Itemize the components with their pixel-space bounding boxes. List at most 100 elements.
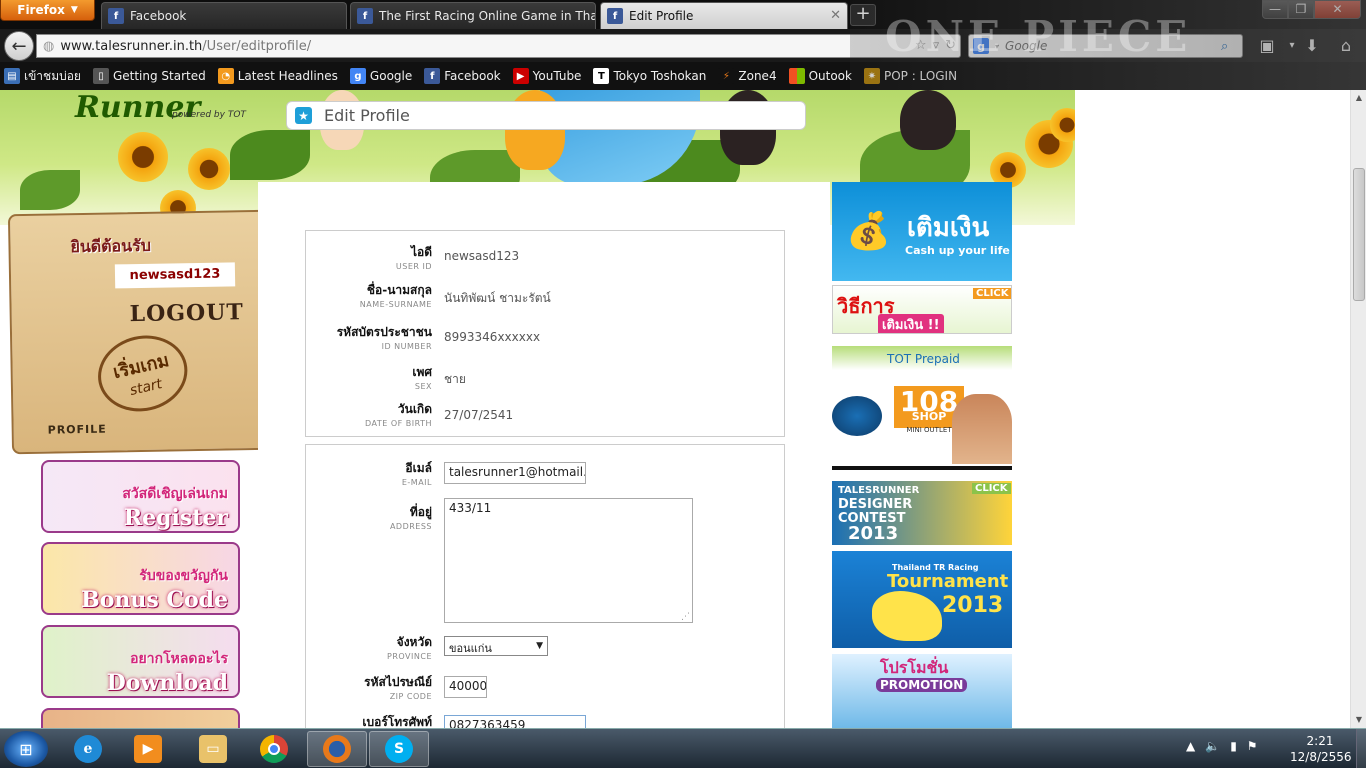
field-label-en: NAME-SURNAME xyxy=(359,300,432,309)
mascot-icon xyxy=(872,591,942,641)
taskbar-skype[interactable]: S xyxy=(369,731,429,767)
new-tab-button[interactable]: + xyxy=(850,4,876,26)
address-textarea[interactable]: 433/11 ⋰ xyxy=(444,498,693,623)
flag-icon[interactable]: ⚑ xyxy=(1247,739,1258,753)
taskbar-internet-explorer[interactable]: e xyxy=(60,731,116,767)
field-label: เพศ SEX xyxy=(412,363,432,391)
account-info-section: ไอดี USER ID newsasd123 ชื่อ-นามสกุล NAM… xyxy=(305,230,785,437)
field-value: 8993346xxxxxx xyxy=(444,330,541,344)
close-window-button[interactable]: ✕ xyxy=(1314,0,1361,19)
bookmark-pop-login[interactable]: ✷ POP : LOGIN xyxy=(863,68,958,84)
ad-subtitle: Cash up your life xyxy=(905,244,1010,257)
ad-subtitle: เติมเงิน !! xyxy=(878,314,944,333)
home-icon[interactable]: ⌂ xyxy=(1334,35,1358,57)
field-label-en: ADDRESS xyxy=(389,522,432,531)
taskbar-firefox[interactable] xyxy=(307,731,367,767)
download-icon[interactable]: ⬇ xyxy=(1300,35,1324,57)
show-hidden-icons-icon[interactable]: ▲ xyxy=(1186,739,1195,753)
click-badge: CLICK xyxy=(973,288,1011,299)
bookmark-tokyo-toshokan[interactable]: T Tokyo Toshokan xyxy=(593,68,706,84)
taskbar-media-player[interactable]: ▶ xyxy=(120,731,176,767)
topup-howto-ad[interactable]: วิธีการ เติมเงิน !! CLICK xyxy=(832,285,1012,334)
page-scrollbar[interactable]: ▲ ▼ xyxy=(1350,90,1366,728)
ad-title: TALESRUNNER xyxy=(838,485,920,496)
chevron-down-icon: ▼ xyxy=(70,5,78,15)
logout-button[interactable]: LOGOUT xyxy=(121,292,252,334)
promo-line1: อยากโหลดอะไร xyxy=(130,651,228,667)
field-label: อีเมล์ E-MAIL xyxy=(402,459,432,487)
field-label-th: ไอดี xyxy=(410,245,432,259)
designer-contest-ad[interactable]: TALESRUNNER DESIGNER CONTEST 2013 CLICK xyxy=(832,481,1012,545)
register-banner[interactable]: สวัสดีเชิญเล่นเกม Register xyxy=(41,460,240,533)
start-button[interactable]: ⊞ xyxy=(4,731,48,767)
chevron-down-icon: ▼ xyxy=(536,641,543,651)
close-tab-icon[interactable]: ✕ xyxy=(830,8,841,23)
field-label-en: ZIP CODE xyxy=(389,692,432,701)
url-bar[interactable]: ◍ www.talesrunner.in.th/User/editprofile… xyxy=(36,34,961,58)
promo-banner-partial[interactable] xyxy=(41,708,240,728)
search-icon[interactable]: ⌕ xyxy=(1221,39,1228,54)
rss-icon: ◔ xyxy=(217,68,234,84)
email-input[interactable]: talesrunner1@hotmail.c xyxy=(444,462,586,484)
ad-title: เติมเงิน xyxy=(907,213,990,243)
bookmark-zone4[interactable]: ⚡ Zone4 xyxy=(718,68,777,84)
scroll-thumb[interactable] xyxy=(1353,168,1365,301)
promotion-ad[interactable]: โปรโมชั่น PROMOTION xyxy=(832,654,1012,728)
download-banner[interactable]: อยากโหลดอะไร Download xyxy=(41,625,240,698)
field-label: รหัสบัตรประชาชน ID NUMBER xyxy=(337,323,432,351)
folder-icon: ▭ xyxy=(199,735,227,763)
bookmark-getting-started[interactable]: ▯ Getting Started xyxy=(92,68,206,84)
bonus-code-banner[interactable]: รับของขวัญกัน Bonus Code xyxy=(41,542,240,615)
maximize-button[interactable]: ❐ xyxy=(1288,0,1314,19)
field-label-en: USER ID xyxy=(395,262,432,271)
field-label: รหัสไปรษณีย์ ZIP CODE xyxy=(364,673,432,701)
ad-year: 2013 xyxy=(942,593,1004,618)
bookmarks-menu-icon[interactable]: ▣ xyxy=(1255,35,1279,57)
taskbar-explorer[interactable]: ▭ xyxy=(185,731,241,767)
ad-title: Tournament xyxy=(887,571,1009,592)
field-label-en: E-MAIL xyxy=(401,478,432,487)
scroll-down-icon[interactable]: ▼ xyxy=(1351,712,1366,728)
bookmark-latest-headlines[interactable]: ◔ Latest Headlines xyxy=(217,68,338,84)
bookmark-outook[interactable]: Outook xyxy=(788,68,852,84)
gear-icon: ✷ xyxy=(863,68,880,84)
start-game-button[interactable]: เริ่มเกม start xyxy=(90,326,196,421)
field-label-th: อีเมล์ xyxy=(405,461,432,475)
tab-edit-profile[interactable]: f Edit Profile ✕ xyxy=(600,2,848,29)
field-label-th: เพศ xyxy=(412,365,432,379)
system-clock[interactable]: 2:21 12/8/2556 xyxy=(1290,733,1352,765)
zip-input[interactable]: 40000 xyxy=(444,676,487,698)
tab-racing-game[interactable]: f The First Racing Online Game in Thail.… xyxy=(350,2,596,29)
province-select[interactable]: ขอนแก่น ▼ xyxy=(444,636,548,656)
bookmark-label: Outook xyxy=(808,69,852,83)
tab-facebook[interactable]: f Facebook xyxy=(101,2,347,29)
108-shop-ad[interactable]: 108 SHOP MINI OUTLET xyxy=(832,386,1012,470)
resize-handle-icon[interactable]: ⋰ xyxy=(681,612,690,622)
network-signal-icon[interactable]: ▮ xyxy=(1230,739,1237,753)
page-icon: ▯ xyxy=(92,68,109,84)
back-button[interactable]: ← xyxy=(4,31,34,61)
show-desktop-button[interactable] xyxy=(1356,729,1366,768)
firefox-menu-label: Firefox xyxy=(17,3,65,17)
field-label-en: DATE OF BIRTH xyxy=(364,419,432,428)
bookmark-label: POP : LOGIN xyxy=(883,69,958,83)
tot-prepaid-ad[interactable]: TOT Prepaid xyxy=(832,346,1012,370)
site-logo[interactable]: Runner powered by TOT xyxy=(75,90,275,125)
topup-ad[interactable]: 💰 เติมเงิน Cash up your life xyxy=(832,182,1012,281)
field-label: ที่อยู่ ADDRESS xyxy=(390,503,432,531)
bookmark-facebook[interactable]: f Facebook xyxy=(424,68,501,84)
bookmark-google[interactable]: g Google xyxy=(349,68,412,84)
minimize-button[interactable]: — xyxy=(1262,0,1288,19)
scroll-up-icon[interactable]: ▲ xyxy=(1351,90,1366,106)
volume-icon[interactable]: 🔈 xyxy=(1205,739,1220,753)
bookmark-most-visited[interactable]: ▤ เข้าชมบ่อย xyxy=(4,67,81,86)
url-host: www.talesrunner.in.th xyxy=(60,38,203,54)
facebook-icon: f xyxy=(357,8,373,24)
firefox-menu-button[interactable]: Firefox ▼ xyxy=(0,0,95,21)
bookmark-youtube[interactable]: ▶ YouTube xyxy=(512,68,581,84)
field-value: นันทิพัฒน์ ชามะรัตน์ xyxy=(444,291,551,305)
click-badge: CLICK xyxy=(972,483,1011,494)
tournament-ad[interactable]: Thailand TR Racing Tournament 2013 xyxy=(832,551,1012,648)
taskbar-chrome[interactable] xyxy=(246,731,302,767)
field-label: ไอดี USER ID xyxy=(396,243,432,271)
